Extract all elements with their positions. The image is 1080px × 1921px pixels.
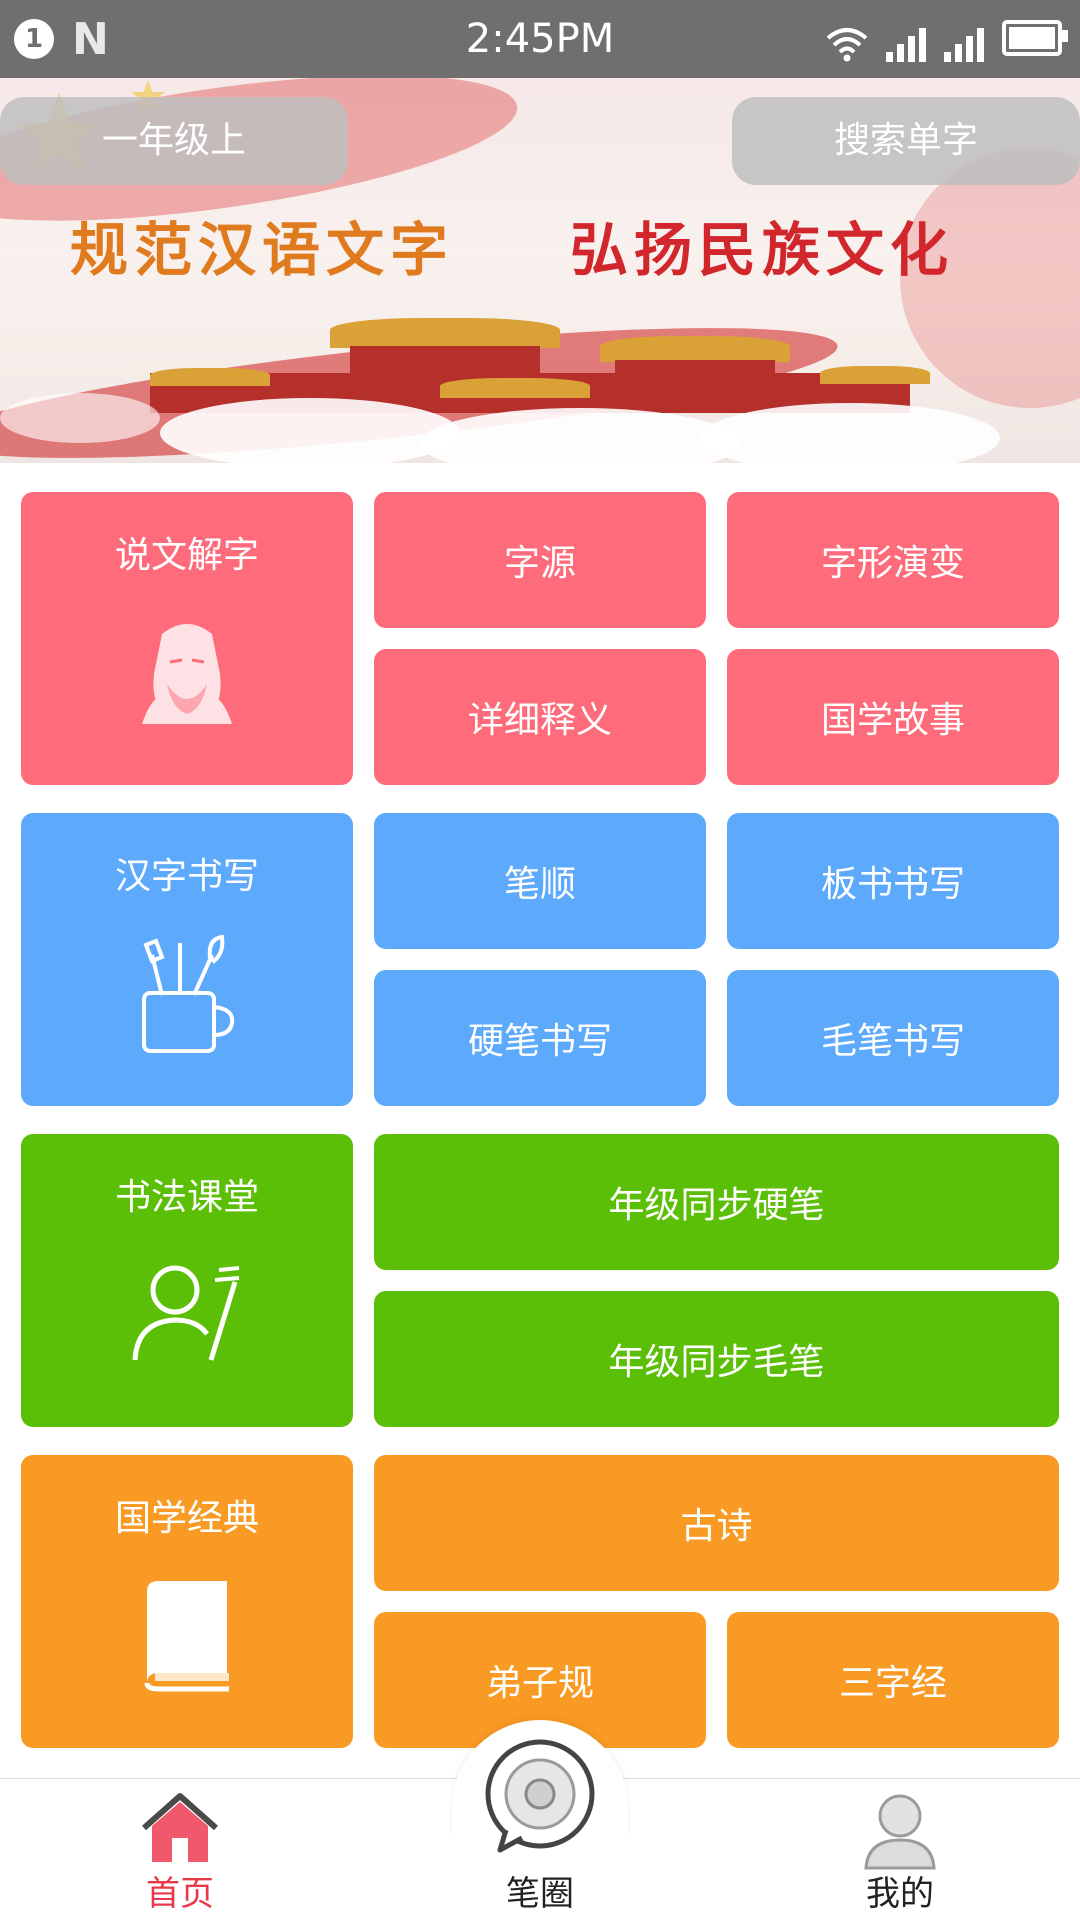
section-shuowen-card[interactable]: 说文解字 [21,492,353,785]
tile-bi-shun[interactable]: 笔顺 [374,813,706,949]
nav-pen-circle-label[interactable]: 笔圈 [440,1866,640,1915]
section-title: 书法课堂 [114,1177,259,1218]
tile-zi-yuan[interactable]: 字源 [374,492,706,628]
tile-mao-bi-shu-xie[interactable]: 毛笔书写 [727,970,1059,1106]
tile-grade-sync-hard-pen[interactable]: 年级同步硬笔 [374,1134,1059,1270]
tile-gu-shi[interactable]: 古诗 [374,1455,1059,1591]
tile-xiang-xi-shi-yi[interactable]: 详细释义 [374,649,706,785]
search-button[interactable]: 搜索单字 [732,97,1080,185]
signal-2-icon [944,24,984,62]
teacher-icon [132,1265,240,1361]
status-bar: 1 N 2:45PM [0,0,1080,78]
brush-pot-icon [142,935,235,1053]
nav-home-label[interactable]: 首页 [80,1866,280,1915]
wifi-icon [826,28,868,62]
battery-icon [1002,20,1068,56]
banner-slogan-left: 规范汉语文字 [70,216,455,284]
tile-san-zi-jing[interactable]: 三字经 [727,1612,1059,1748]
user-avatar-icon [864,1794,936,1870]
tile-grade-sync-brush[interactable]: 年级同步毛笔 [374,1291,1059,1427]
section-calligraphy-class-card[interactable]: 书法课堂 [21,1134,353,1427]
banner-slogan-right: 弘扬民族文化 [570,216,955,284]
nav-mine-label[interactable]: 我的 [800,1866,1000,1915]
section-title: 汉字书写 [114,856,259,897]
tile-ban-shu-shu-xie[interactable]: 板书书写 [727,813,1059,949]
section-title: 说文解字 [114,535,259,576]
signal-1-icon [886,24,926,62]
sage-portrait-icon [142,624,232,724]
home-icon [142,1793,218,1862]
book-icon [144,1581,229,1692]
grade-selector-button[interactable]: 一年级上 [0,97,348,185]
section-hanzi-writing-card[interactable]: 汉字书写 [21,813,353,1106]
nav-mine-tab[interactable] [800,1790,1000,1874]
status-right [826,16,1068,62]
tile-ying-bi-shu-xie[interactable]: 硬笔书写 [374,970,706,1106]
nav-pen-circle-tab[interactable] [440,1738,640,1862]
pen-circle-icon [485,1739,595,1853]
section-title: 国学经典 [114,1498,259,1539]
tile-guo-xue-gu-shi[interactable]: 国学故事 [727,649,1059,785]
tile-zi-xing-yan-bian[interactable]: 字形演变 [727,492,1059,628]
nav-home-tab[interactable] [80,1790,280,1870]
section-guoxue-classics-card[interactable]: 国学经典 [21,1455,353,1748]
